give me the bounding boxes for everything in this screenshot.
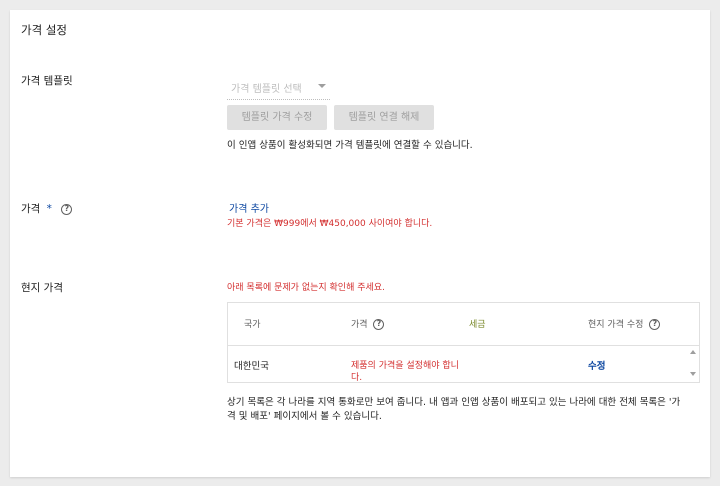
add-price-link[interactable]: 가격 추가	[229, 200, 269, 215]
template-hint: 이 인앱 상품이 활성화되면 가격 템플릿에 연결할 수 있습니다.	[227, 140, 473, 151]
local-price-footer-line1: 상기 목록은 각 나라를 지역 통화로만 보여 줍니다. 내 앱과 인앱 상품이…	[227, 397, 681, 408]
template-select[interactable]: 가격 템플릿 선택	[227, 76, 330, 100]
price-label-row: 가격 * ?	[21, 201, 73, 216]
local-price-table: 국가 가격 ? 세금 현지 가격 수정 ? 대한민국 제품의 가격을 설정해야 …	[227, 302, 700, 383]
required-mark: *	[46, 203, 52, 215]
row-price-error-line1: 제품의 가격을 설정해야 합니	[351, 361, 459, 371]
row-country: 대한민국	[234, 361, 269, 372]
local-price-footer-line2: 격 및 배포' 페이지에서 볼 수 있습니다.	[227, 411, 382, 422]
section-title: 가격 설정	[21, 23, 67, 37]
row-edit-link[interactable]: 수정	[588, 358, 605, 372]
unlink-template-button[interactable]: 템플릿 연결 해제	[334, 105, 434, 130]
help-circle-icon[interactable]: ?	[649, 319, 661, 330]
help-circle-icon[interactable]: ?	[373, 319, 385, 330]
template-select-placeholder: 가격 템플릿 선택	[231, 84, 302, 95]
scroll-down-icon[interactable]	[690, 372, 696, 376]
scroll-up-icon[interactable]	[690, 350, 696, 354]
local-price-label: 현지 가격	[21, 282, 63, 294]
table-header-divider	[228, 345, 699, 346]
help-circle-icon[interactable]: ?	[61, 203, 73, 215]
price-settings-card: 가격 설정 가격 템플릿 가격 템플릿 선택 템플릿 가격 수정 템플릿 연결 …	[10, 10, 710, 477]
chevron-down-icon	[318, 84, 326, 88]
template-label: 가격 템플릿	[21, 75, 73, 87]
column-header-price: 가격 ?	[351, 317, 385, 330]
price-label: 가격	[21, 203, 41, 215]
column-header-country: 국가	[244, 320, 261, 330]
column-header-local-edit: 현지 가격 수정 ?	[588, 317, 661, 330]
column-header-tax: 세금	[469, 320, 486, 330]
price-error: 기본 가격은 ₩999에서 ₩450,000 사이여야 합니다.	[227, 219, 433, 229]
local-price-warning: 아래 목록에 문제가 없는지 확인해 주세요.	[227, 283, 385, 293]
row-price-error-line2: 다.	[351, 373, 363, 383]
edit-template-price-button[interactable]: 템플릿 가격 수정	[227, 105, 327, 130]
